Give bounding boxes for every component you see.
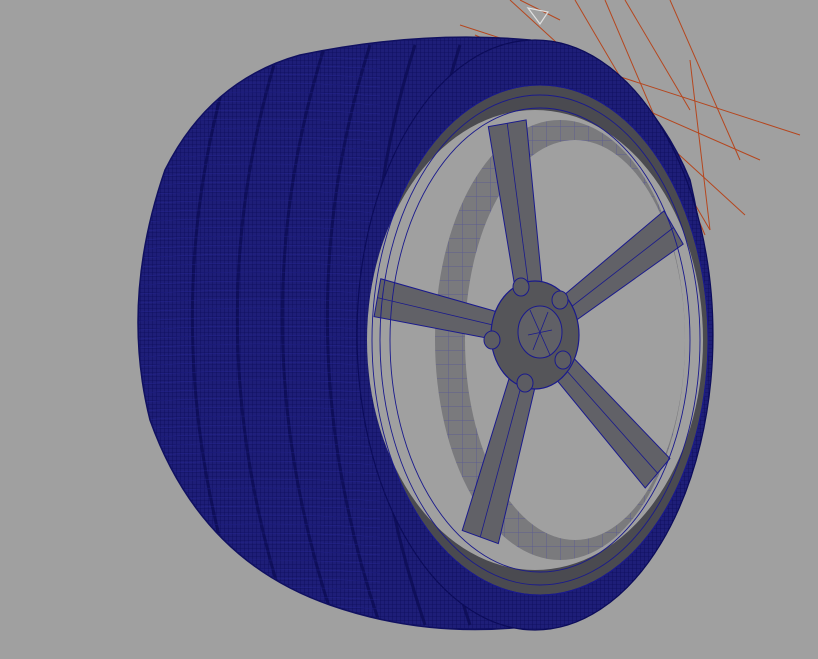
lug-nut [516,373,534,393]
camera-arrow-icon [526,7,549,26]
lug-nut [554,350,572,370]
lug-nut [512,277,530,297]
lug-nut [551,290,569,310]
wheel-render [137,0,801,631]
3d-viewport[interactable] [0,0,818,659]
lug-nut [483,330,501,350]
